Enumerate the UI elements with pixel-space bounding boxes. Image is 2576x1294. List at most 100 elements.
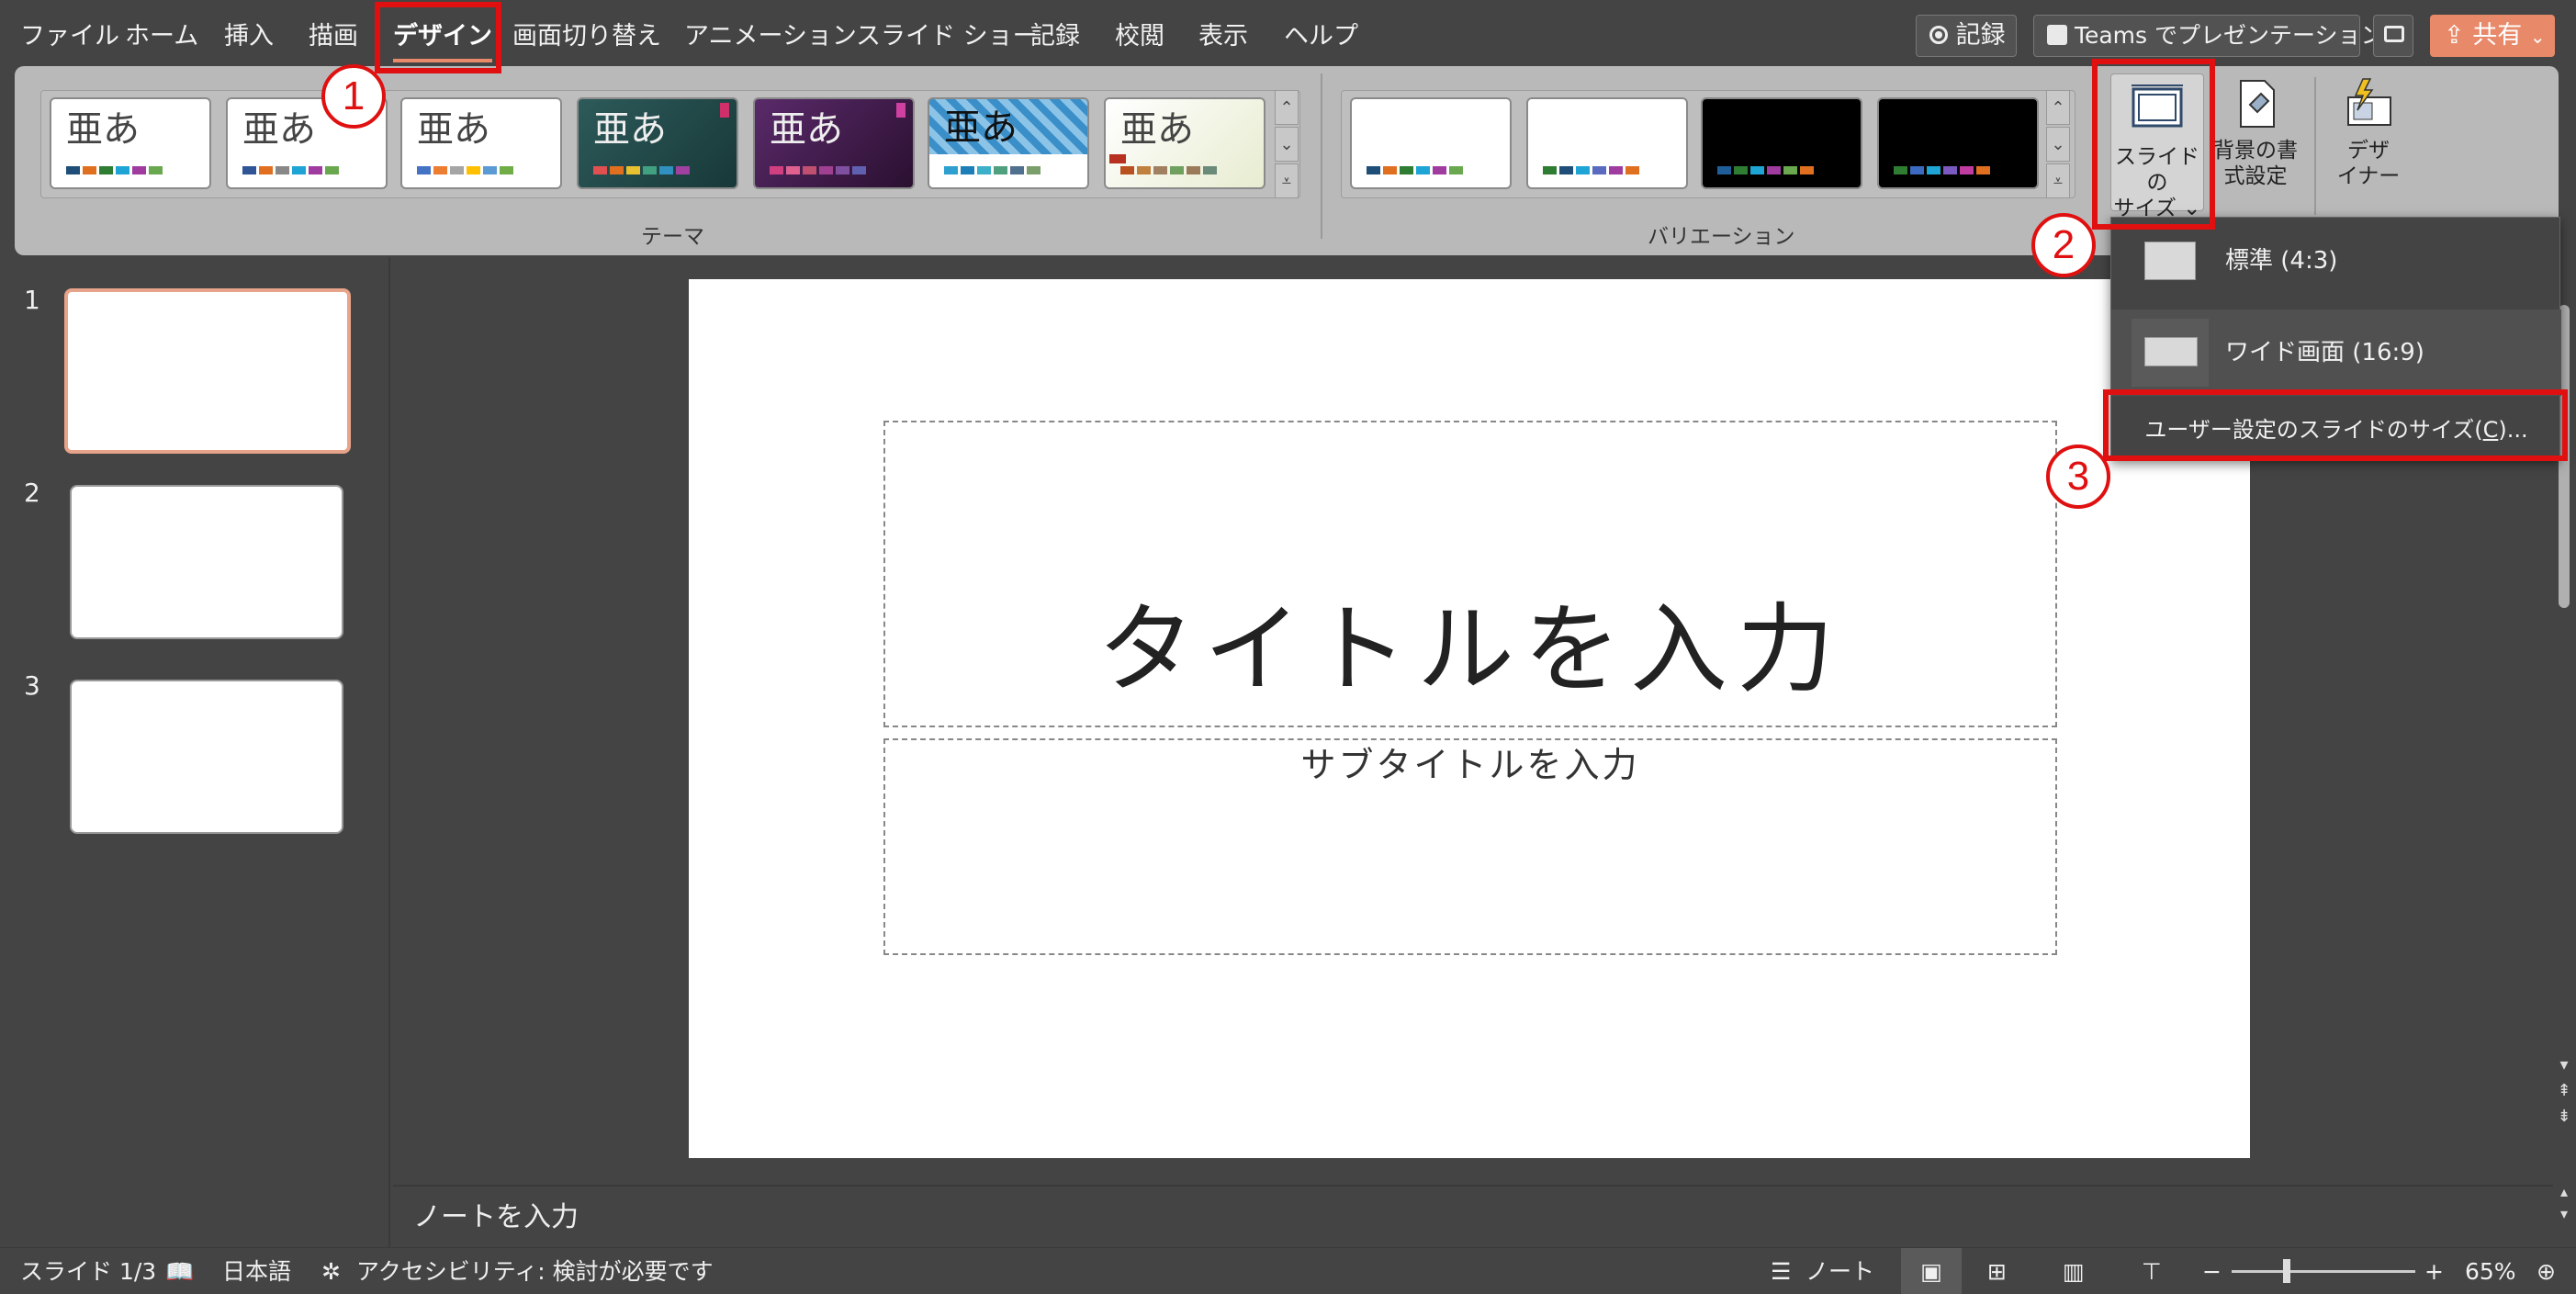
tab-slideshow[interactable]: スライド ショー <box>856 17 1038 62</box>
slide-size-wide[interactable]: ワイド画面 (16:9) <box>2111 309 2561 396</box>
share-icon: ⇪ <box>2444 21 2465 50</box>
more-icon[interactable]: ⩡ <box>1275 163 1299 198</box>
theme-office-3[interactable]: 亜あ <box>400 97 562 189</box>
tab-draw[interactable]: 描画 <box>309 17 358 62</box>
theme-office[interactable]: 亜あ <box>50 97 211 189</box>
slide-thumbnail-3[interactable] <box>70 680 343 834</box>
theme-colors <box>66 166 163 174</box>
variation-colors <box>1367 166 1463 174</box>
zoom-slider[interactable] <box>2232 1270 2415 1273</box>
tab-record[interactable]: 記録 <box>1030 17 1080 62</box>
tab-home[interactable]: ホーム <box>125 17 198 62</box>
record-icon <box>1929 25 1948 44</box>
variations-group-label: バリエーション <box>1648 225 1795 249</box>
designer-label-2: イナー <box>2336 164 2401 188</box>
scroll-up-icon[interactable]: ⌃ <box>1275 90 1299 125</box>
comments-button[interactable] <box>2373 15 2413 57</box>
accessibility-icon: ✲ <box>321 1258 341 1285</box>
ribbon-separator <box>2314 77 2316 215</box>
variation-2[interactable] <box>1526 97 1688 189</box>
theme-cream[interactable]: 亜あ <box>1104 97 1266 189</box>
theme-blue-pattern[interactable]: 亜あ <box>928 97 1089 189</box>
subtitle-placeholder-text: サブタイトルを入力 <box>1300 745 1640 785</box>
title-placeholder[interactable]: タイトルを入力 <box>883 421 2057 727</box>
zoom-level[interactable]: 65% <box>2465 1248 2516 1294</box>
annotation-box-custom-size <box>2103 389 2568 461</box>
teams-present-button[interactable]: Teams でプレゼンテーション <box>2033 15 2384 57</box>
tab-animations[interactable]: アニメーション <box>684 17 857 62</box>
themes-group-label: テーマ <box>641 225 704 249</box>
format-background-icon <box>2240 80 2275 128</box>
subtitle-placeholder[interactable]: サブタイトルを入力 <box>883 738 2057 955</box>
designer-button[interactable]: デザ イナー <box>2327 77 2410 215</box>
tab-help[interactable]: ヘルプ <box>1284 17 1358 62</box>
slide-size-standard[interactable]: 標準 (4:3) <box>2111 218 2561 304</box>
scroll-down-icon[interactable]: ⌄ <box>2046 127 2070 162</box>
standard-aspect-icon <box>2144 242 2196 280</box>
theme-colors <box>944 166 1041 174</box>
powerpoint-window: ファイル ホーム 挿入 描画 デザイン 画面切り替え アニメーション スライド … <box>0 0 2576 1294</box>
notes-pane[interactable]: ノートを入力 <box>393 1185 2560 1247</box>
theme-colors <box>593 166 690 174</box>
slideshow-view-icon[interactable]: ⊤ <box>2142 1248 2162 1294</box>
notes-scroll-icons[interactable]: ▴ ▾ <box>2553 1181 2575 1225</box>
wide-aspect-icon <box>2144 337 2198 366</box>
tab-transitions[interactable]: 画面切り替え <box>512 17 661 62</box>
theme-purple[interactable]: 亜あ <box>753 97 915 189</box>
more-icon[interactable]: ⩡ <box>2046 163 2070 198</box>
designer-label: デザ <box>2347 139 2390 163</box>
scroll-up-icon[interactable]: ⌃ <box>2046 90 2070 125</box>
zoom-out-icon[interactable]: − <box>2202 1248 2222 1294</box>
variation-colors <box>1894 166 1990 174</box>
theme-colors <box>417 166 513 174</box>
fit-to-window-icon[interactable]: ⊕ <box>2537 1248 2556 1294</box>
theme-sample-text: 亜あ <box>66 108 140 151</box>
theme-colors <box>1120 166 1217 174</box>
variation-3[interactable] <box>1701 97 1862 189</box>
status-bar: スライド 1/3 📖 日本語 ✲ アクセシビリティ: 検討が必要です ☰ ノート… <box>0 1247 2576 1294</box>
scroll-down-icon[interactable]: ⌄ <box>1275 127 1299 162</box>
notes-toggle[interactable]: ノート <box>1805 1248 1874 1294</box>
theme-sample-text: 亜あ <box>770 108 843 151</box>
slide-thumbnails-panel: 1 2 3 <box>0 257 390 1249</box>
themes-scroll[interactable]: ⌃ ⌄ ⩡ <box>1275 90 1299 198</box>
share-label: 共有 <box>2472 21 2523 50</box>
theme-sample-text: 亜あ <box>944 107 1018 149</box>
format-background-button[interactable]: 背景の書 式設定 <box>2208 77 2303 215</box>
language-indicator[interactable]: 日本語 <box>222 1248 291 1294</box>
tab-review[interactable]: 校閲 <box>1115 17 1164 62</box>
record-label: 記録 <box>1955 21 2006 50</box>
title-placeholder-text: タイトルを入力 <box>1097 593 1843 706</box>
zoom-in-icon[interactable]: + <box>2424 1248 2444 1294</box>
normal-view-icon[interactable]: ▣ <box>1901 1248 1962 1294</box>
tab-file[interactable]: ファイル <box>20 17 119 62</box>
spellcheck-icon[interactable]: 📖 <box>165 1248 194 1294</box>
slide-indicator[interactable]: スライド 1/3 <box>20 1248 156 1294</box>
slide-canvas[interactable]: タイトルを入力 サブタイトルを入力 <box>689 279 2250 1158</box>
slide-sorter-icon[interactable]: ⊞ <box>1987 1248 2007 1294</box>
variation-1[interactable] <box>1350 97 1512 189</box>
tab-view[interactable]: 表示 <box>1198 17 1248 62</box>
slide-thumbnail-1[interactable] <box>64 288 351 454</box>
step-marker-3: 3 <box>2046 444 2110 509</box>
share-button[interactable]: ⇪ 共有 ⌄ <box>2430 15 2555 57</box>
wide-label: ワイド画面 (16:9) <box>2225 339 2424 366</box>
variations-scroll[interactable]: ⌃ ⌄ ⩡ <box>2046 90 2070 198</box>
variation-4[interactable] <box>1877 97 2039 189</box>
theme-sample-text: 亜あ <box>242 108 316 151</box>
theme-teal[interactable]: 亜あ <box>577 97 738 189</box>
accessibility-status[interactable]: アクセシビリティ: 検討が必要です <box>356 1248 714 1294</box>
standard-label: 標準 (4:3) <box>2225 247 2338 275</box>
ribbon-separator <box>1321 73 1322 239</box>
scroll-nav-icons[interactable]: ▾ ⇞ ⇟ <box>2553 1052 2575 1130</box>
theme-colors <box>242 166 339 174</box>
comment-icon <box>2384 26 2404 42</box>
step-marker-2: 2 <box>2031 213 2096 277</box>
zoom-slider-thumb[interactable] <box>2283 1259 2290 1283</box>
record-button[interactable]: 記録 <box>1916 15 2017 57</box>
chevron-down-icon: ⌄ <box>2529 26 2546 48</box>
tab-insert[interactable]: 挿入 <box>224 17 274 62</box>
slide-thumbnail-2[interactable] <box>70 485 343 639</box>
theme-sample-text: 亜あ <box>417 108 490 151</box>
reading-view-icon[interactable]: ▥ <box>2063 1248 2085 1294</box>
